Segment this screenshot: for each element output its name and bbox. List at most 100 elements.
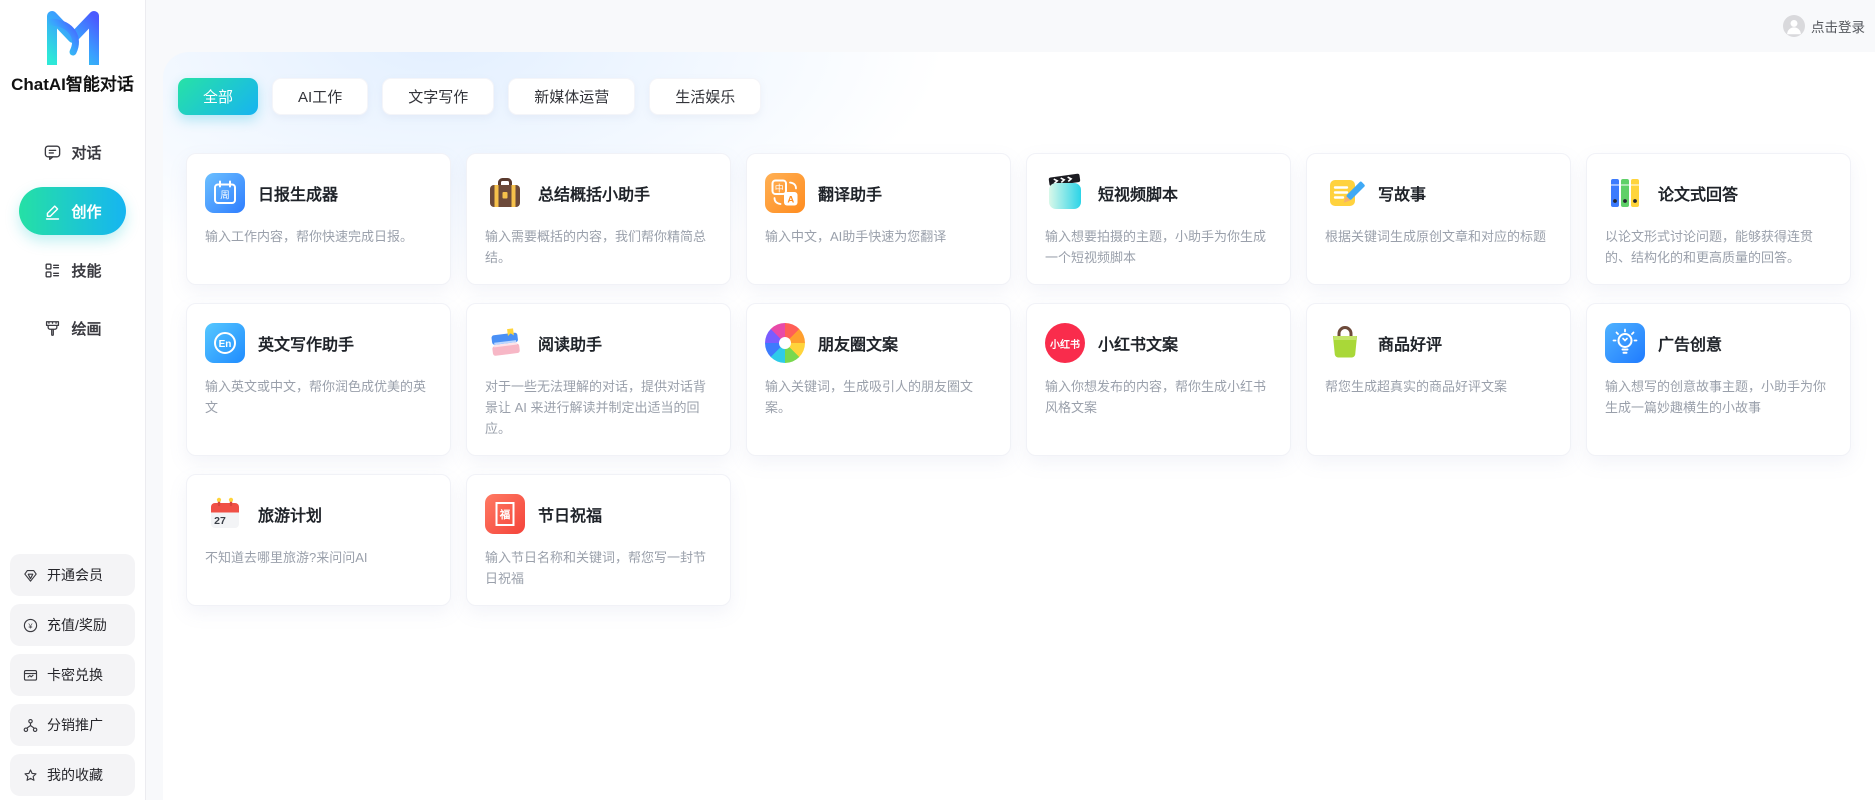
card-title: 论文式回答: [1658, 187, 1739, 204]
card-description: 不知道去哪里旅游?来问问AI: [205, 550, 368, 566]
card-description: 输入中文，AI助手快速为您翻译: [765, 229, 947, 244]
star-icon: [22, 767, 39, 784]
card-description: 输入想要拍摄的主题，小助手为你生成一个短视频脚本: [1045, 229, 1267, 266]
sidebar-item-draw[interactable]: 绘画: [19, 305, 126, 351]
tool-card-小红书文案[interactable]: 小红书 小红书文案 输入你想发布的内容，帮你生成小红书风格文案: [1026, 303, 1291, 457]
sidebar-item-skills[interactable]: 技能: [19, 247, 126, 293]
sidebar-item-create[interactable]: 创作: [19, 187, 126, 235]
lightbulb-icon: [1605, 323, 1645, 364]
tool-card-翻译助手[interactable]: 中 A 翻译助手 输入中文，AI助手快速为您翻译: [746, 153, 1011, 286]
svg-text:周: 周: [220, 191, 230, 202]
card-description: 输入英文或中文，帮你润色成优美的英文: [205, 379, 427, 416]
sidebar-footer-redeem[interactable]: 卡密兑换: [10, 654, 135, 696]
card-description: 输入想写的创意故事主题，小助手为你生成一篇妙趣横生的小故事: [1605, 379, 1827, 416]
color-wheel-icon: [765, 323, 805, 364]
tool-card-日报生成器[interactable]: 周 日报生成器 输入工作内容，帮你快速完成日报。: [186, 153, 451, 286]
card-title: 翻译助手: [818, 187, 883, 204]
tab-label: AI工作: [298, 89, 343, 106]
sidebar-footer-favorites[interactable]: 我的收藏: [10, 754, 135, 796]
festival-fu-icon: 福: [485, 494, 525, 535]
card-title: 英文写作助手: [258, 337, 355, 355]
tool-card-节日祝福[interactable]: 福 节日祝福 输入节日名称和关键词，帮您写一封节日祝福: [466, 474, 731, 607]
card-description: 帮您生成超真实的商品好评文案: [1325, 379, 1508, 395]
travel-calendar-icon: 27: [205, 494, 245, 534]
card-description: 以论文形式讨论问题，能够获得连贯的、结构化的和更高质量的回答。: [1605, 229, 1814, 266]
card-description: 输入需要概括的内容，我们帮你精简总结。: [485, 229, 707, 266]
card-description: 输入你想发布的内容，帮你生成小红书风格文案: [1045, 379, 1267, 416]
card-description: 对于一些无法理解的对话，提供对话背景让 AI 来进行解读并制定出适当的回应。: [485, 379, 707, 437]
tool-card-朋友圈文案[interactable]: 朋友圈文案 输入关键词，生成吸引人的朋友圈文案。: [746, 303, 1011, 457]
sidebar-footer: 开通会员 ¥ 充值/奖励 卡密兑换 分销推广 我的收藏: [0, 554, 145, 800]
tab-label: 文字写作: [408, 89, 469, 106]
card-title: 节日祝福: [538, 508, 603, 526]
svg-text:福: 福: [499, 508, 511, 521]
login-button[interactable]: 点击登录: [1783, 15, 1865, 37]
card-title: 写故事: [1378, 187, 1427, 204]
sidebar-item-chat[interactable]: 对话: [19, 129, 126, 175]
main-area: 点击登录 全部 AI工作 文字写作 新媒体运营 生活娱乐 周 日报生成器 输入工作内容，…: [146, 0, 1875, 800]
card-title: 短视频脚本: [1098, 187, 1179, 204]
xiaohongshu-icon: 小红书: [1045, 323, 1085, 364]
sidebar-footer-label: 卡密兑换: [47, 667, 103, 683]
books-icon: [485, 323, 525, 363]
card-title: 广告创意: [1658, 337, 1723, 355]
user-avatar-icon: [1783, 15, 1805, 37]
translate-icon: 中 A: [765, 173, 805, 213]
content-panel: 全部 AI工作 文字写作 新媒体运营 生活娱乐 周 日报生成器 输入工作内容，帮你快速完…: [163, 52, 1875, 800]
brand-m-logo: [42, 8, 104, 66]
sidebar-footer-label: 分销推广: [47, 717, 103, 733]
svg-text:中: 中: [775, 183, 784, 194]
topbar: 点击登录: [146, 0, 1875, 52]
network-icon: [22, 717, 39, 734]
sidebar-footer-label: 开通会员: [47, 567, 103, 583]
card-description: 输入工作内容，帮你快速完成日报。: [205, 229, 414, 244]
tool-card-商品好评[interactable]: 商品好评 帮您生成超真实的商品好评文案: [1306, 303, 1571, 457]
daily-report-calendar-icon: 周: [205, 173, 245, 213]
tool-card-广告创意[interactable]: 广告创意 输入想写的创意故事主题，小助手为你生成一篇妙趣横生的小故事: [1586, 303, 1851, 457]
sidebar-item-label: 绘画: [71, 320, 102, 338]
sidebar-footer-recharge[interactable]: ¥ 充值/奖励: [10, 604, 135, 646]
tool-card-旅游计划[interactable]: 27 旅游计划 不知道去哪里旅游?来问问AI: [186, 474, 451, 607]
svg-text:27: 27: [214, 515, 226, 527]
brand-title: ChatAI智能对话: [11, 75, 134, 94]
card-title: 朋友圈文案: [818, 337, 899, 355]
card-description: 根据关键词生成原创文章和对应的标题: [1325, 229, 1547, 244]
sidebar-footer-vip[interactable]: 开通会员: [10, 554, 135, 596]
briefcase-icon: [485, 173, 525, 213]
app-root: ChatAI智能对话 对话 创作 技能 绘画 开通会员 ¥ 充值/奖励 卡密兑换: [0, 0, 1875, 800]
card-icon: [22, 667, 39, 684]
tab-生活娱乐[interactable]: 生活娱乐: [649, 78, 762, 115]
sidebar-item-label: 创作: [71, 203, 102, 221]
sidebar-nav: 对话 创作 技能 绘画: [0, 129, 145, 351]
chat-bubble-icon: [43, 143, 62, 162]
tool-card-写故事[interactable]: 写故事 根据关键词生成原创文章和对应的标题: [1306, 153, 1571, 286]
tab-文字写作[interactable]: 文字写作: [382, 78, 495, 115]
sidebar-item-label: 技能: [71, 262, 102, 280]
tool-card-阅读助手[interactable]: 阅读助手 对于一些无法理解的对话，提供对话背景让 AI 来进行解读并制定出适当的…: [466, 303, 731, 457]
tab-新媒体运营[interactable]: 新媒体运营: [508, 78, 636, 115]
card-title: 商品好评: [1378, 337, 1443, 355]
sidebar-footer-affiliate[interactable]: 分销推广: [10, 704, 135, 746]
tool-card-英文写作助手[interactable]: En 英文写作助手 输入英文或中文，帮你润色成优美的英文: [186, 303, 451, 457]
card-title: 总结概括小助手: [538, 187, 651, 204]
tool-card-总结概括小助手[interactable]: 总结概括小助手 输入需要概括的内容，我们帮你精简总结。: [466, 153, 731, 286]
tool-card-短视频脚本[interactable]: 短视频脚本 输入想要拍摄的主题，小助手为你生成一个短视频脚本: [1026, 153, 1291, 286]
english-en-icon: En: [205, 323, 245, 364]
tab-全部[interactable]: 全部: [178, 78, 259, 115]
card-title: 旅游计划: [258, 508, 323, 526]
tool-card-grid: 周 日报生成器 输入工作内容，帮你快速完成日报。 总结概括小助手 输入需要概括的…: [186, 153, 1853, 607]
coin-icon: ¥: [22, 617, 39, 634]
brush-icon: [43, 319, 62, 338]
card-title: 日报生成器: [258, 187, 339, 204]
tab-AI工作[interactable]: AI工作: [272, 78, 369, 115]
svg-text:¥: ¥: [28, 621, 33, 630]
tab-label: 新媒体运营: [534, 89, 610, 106]
svg-text:A: A: [787, 195, 794, 206]
sidebar-footer-label: 充值/奖励: [47, 617, 107, 633]
card-title: 阅读助手: [538, 337, 603, 355]
pencil-icon: [43, 202, 62, 221]
tab-label: 生活娱乐: [675, 89, 736, 106]
video-clip-icon: [1045, 173, 1085, 213]
tool-card-论文式回答[interactable]: 论文式回答 以论文形式讨论问题，能够获得连贯的、结构化的和更高质量的回答。: [1586, 153, 1851, 286]
tab-label: 全部: [203, 89, 234, 106]
